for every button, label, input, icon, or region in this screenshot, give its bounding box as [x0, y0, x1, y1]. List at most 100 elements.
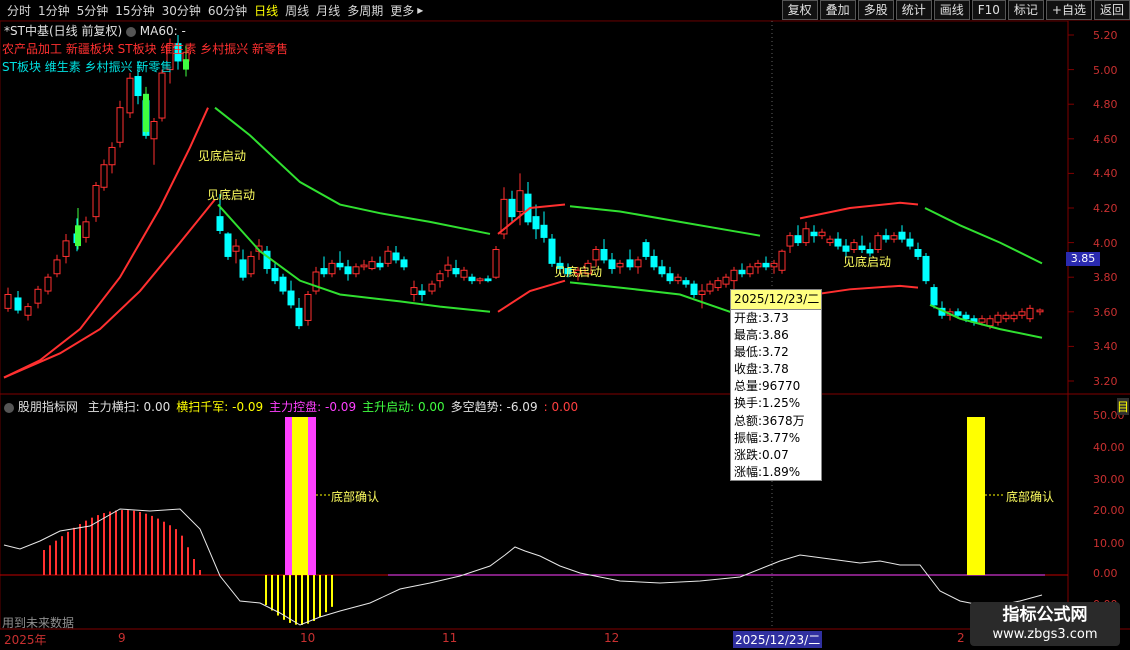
toolbar-button[interactable]: F10 — [971, 0, 1006, 20]
price-tick: 4.20 — [1093, 202, 1118, 215]
indicator-menu-icon[interactable] — [4, 402, 14, 413]
candle-body — [746, 266, 754, 275]
period-toolbar: 分时 1分钟 5分钟 15分钟 30分钟 60分钟 日线 周线 月线 多周期 更多 ▸ 复权 叠加 多股统… — [0, 0, 1130, 21]
tooltip-row: 振幅:3.77% — [734, 430, 801, 445]
candle-body — [24, 306, 32, 316]
period-tab[interactable]: 分时 — [7, 2, 31, 19]
candle-body — [516, 190, 524, 212]
trend-line-white — [3, 508, 1043, 626]
candle-body — [930, 287, 938, 306]
candle-body — [126, 77, 134, 114]
trend-line-green — [214, 106, 491, 235]
tooltip-row: 涨幅:1.89% — [734, 464, 801, 479]
candle-body — [344, 266, 352, 275]
price-tick: 5.20 — [1093, 29, 1118, 42]
candle-body — [666, 273, 674, 282]
candle-body — [858, 245, 866, 251]
period-tab[interactable]: 多周期 — [347, 2, 383, 19]
candle-body — [428, 283, 436, 292]
period-tab[interactable]: 15分钟 — [115, 2, 154, 19]
time-tick: 12 — [604, 631, 620, 645]
candle-body — [508, 198, 516, 218]
candle-body — [540, 224, 548, 238]
toolbar-button[interactable]: 复权 — [781, 0, 818, 20]
candle-body — [794, 235, 802, 244]
candle-body — [116, 107, 124, 143]
signal-label: 见底启动 — [207, 188, 256, 202]
candle-body — [650, 255, 658, 268]
side-label: 目 — [1117, 398, 1130, 415]
bottom-confirm-label: 底部确认 — [1006, 490, 1055, 504]
period-tab[interactable]: 30分钟 — [162, 2, 201, 19]
candle-body — [239, 259, 247, 278]
candle-body — [232, 245, 240, 252]
price-tick: 3.20 — [1093, 375, 1118, 388]
dropdown-icon[interactable] — [125, 26, 136, 37]
period-tab[interactable]: 1分钟 — [38, 2, 70, 19]
period-tab[interactable]: 周线 — [285, 2, 309, 19]
candle-body — [287, 290, 295, 306]
candle-body — [352, 266, 360, 275]
candle-body — [143, 93, 149, 132]
candle-body — [1026, 307, 1034, 320]
candle-body — [14, 297, 22, 311]
signal-label: 见底启动 — [843, 255, 892, 269]
candle-body — [778, 250, 786, 271]
candle-body — [834, 238, 842, 247]
indicator-header: 股朋指标网 主力横扫: 0.00 横扫千军: -0.09 主力控盘: -0.09 主升… — [4, 398, 578, 415]
kline-chart[interactable] — [0, 21, 1130, 650]
signal-label: 见底启动 — [554, 265, 603, 279]
toolbar-button[interactable]: 叠加 — [819, 0, 856, 20]
price-tick: 4.40 — [1093, 167, 1118, 181]
period-tab[interactable]: 5分钟 — [77, 2, 109, 19]
candle-body — [92, 185, 100, 218]
candle-body — [906, 238, 914, 247]
candle-body — [690, 283, 698, 295]
price-tick: 5.00 — [1093, 63, 1118, 77]
watermark-title: 指标公式网 — [1002, 605, 1088, 625]
candle-body — [216, 216, 224, 231]
toolbar-button[interactable]: 画线 — [933, 0, 970, 20]
price-tick: 4.80 — [1093, 98, 1118, 112]
toolbar-button[interactable]: 标记 — [1007, 0, 1044, 20]
period-tab[interactable]: 60分钟 — [208, 2, 247, 19]
candle-body — [978, 318, 986, 323]
candle-body — [682, 280, 690, 285]
period-tab[interactable]: 更多 — [390, 2, 414, 19]
candle-body — [376, 262, 384, 268]
candle-body — [134, 76, 142, 97]
candle-body — [882, 235, 890, 240]
candle-body — [476, 278, 484, 282]
candle-body — [44, 276, 52, 292]
price-tick: 4.60 — [1093, 132, 1118, 146]
tooltip-row: 最高:3.86 — [734, 328, 789, 343]
candle-body — [384, 250, 392, 264]
toolbar-button[interactable]: 返回 — [1093, 0, 1130, 20]
concept-tags-cyan: ST板块 维生素 乡村振兴 新零售 — [2, 60, 173, 74]
ma60-label: MA60: - — [139, 24, 186, 38]
trend-line-up — [3, 107, 209, 379]
tooltip-row: 涨跌:0.07 — [734, 447, 789, 462]
candle-body — [914, 249, 922, 257]
period-tab[interactable]: 日线 — [254, 2, 278, 19]
indicator-tick: 20.00 — [1093, 504, 1125, 517]
tooltip-row: 收盘:3.78 — [734, 362, 789, 377]
period-tabs: 分时 1分钟 5分钟 15分钟 30分钟 60分钟 日线 周线 月线 多周期 更多 ▸ — [0, 0, 423, 20]
trend-line-green — [924, 207, 1043, 265]
candle-body — [444, 264, 452, 271]
candle-body — [842, 245, 850, 252]
toolbar-button[interactable]: +自选 — [1045, 0, 1092, 20]
candle-body — [738, 269, 746, 275]
more-arrow-icon[interactable]: ▸ — [417, 3, 423, 17]
period-tab[interactable]: 月线 — [316, 2, 340, 19]
candle-body — [548, 238, 556, 264]
candle-body — [954, 311, 962, 316]
indicator-value: 多空趋势: -6.09 — [450, 400, 538, 414]
candle-body — [600, 249, 608, 261]
toolbar-button[interactable]: 多股 — [857, 0, 894, 20]
tooltip-row: 换手:1.25% — [734, 396, 801, 411]
candle-body — [532, 216, 540, 230]
candle-body — [994, 314, 1002, 323]
toolbar-button[interactable]: 统计 — [895, 0, 932, 20]
candle-tooltip: 2025/12/23/二 开盘:3.73 最高:3.86 最低:3.72 收盘:3.7… — [730, 289, 822, 481]
